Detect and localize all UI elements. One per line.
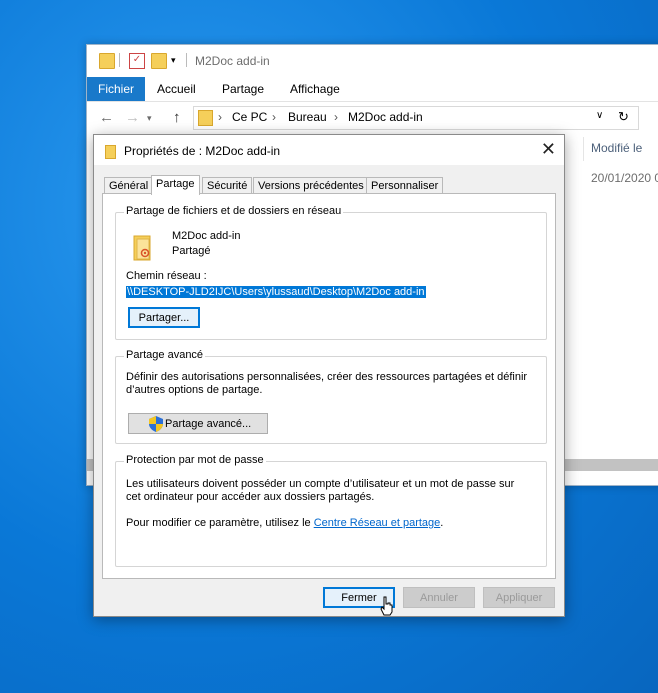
properties-dialog: Propriétés de : M2Doc add-in ✕ Général P… <box>93 134 565 617</box>
hand-cursor-icon <box>380 596 393 616</box>
address-bar[interactable]: › Ce PC › Bureau › M2Doc add-in ∨ ↻ <box>193 106 639 130</box>
tab-page-partage: Partage de fichiers et de dossiers en ré… <box>102 193 556 579</box>
back-arrow-icon[interactable]: ← <box>99 109 114 126</box>
breadcrumb-bureau[interactable]: Bureau <box>288 110 327 124</box>
hint-prefix: Pour modifier ce paramètre, utilisez le <box>126 517 314 529</box>
hint-suffix: . <box>440 517 444 529</box>
dialog-title: Propriétés de : M2Doc add-in <box>124 144 281 158</box>
close-icon[interactable]: ✕ <box>541 139 556 159</box>
chevron-right-icon: › <box>334 110 338 124</box>
folder-name: M2Doc add-in <box>172 230 241 242</box>
breadcrumb-ce-pc[interactable]: Ce PC <box>232 110 267 124</box>
properties-icon[interactable]: ✓ <box>129 53 145 69</box>
file-modified-date: 20/01/2020 0 <box>591 171 658 185</box>
network-path-label: Chemin réseau : <box>126 270 207 282</box>
advanced-sharing-group: Partage avancé Définir des autorisations… <box>115 349 547 444</box>
explorer-title: M2Doc add-in <box>195 54 270 68</box>
password-description-line2: cet ordinateur pour accéder aux dossiers… <box>126 491 375 503</box>
tab-general[interactable]: Général <box>104 177 154 194</box>
chevron-down-icon[interactable]: ∨ <box>596 110 603 121</box>
network-sharing-group: Partage de fichiers et de dossiers en ré… <box>115 205 547 340</box>
column-separator <box>583 137 584 161</box>
advanced-description-line2: d’autres options de partage. <box>126 384 263 396</box>
password-protection-group: Protection par mot de passe Les utilisat… <box>115 454 547 567</box>
folder-icon <box>105 145 116 159</box>
tab-fichier[interactable]: Fichier <box>87 77 146 101</box>
network-path-value[interactable]: \\DESKTOP-JLD2IJC\Users\ylussaud\Desktop… <box>126 286 426 298</box>
advanced-description-line1: Définir des autorisations personnalisées… <box>126 371 528 383</box>
recent-dropdown-icon[interactable]: ▾ <box>147 113 152 124</box>
separator <box>119 53 120 67</box>
dialog-titlebar: Propriétés de : M2Doc add-in ✕ <box>94 135 564 165</box>
tab-versions-precedentes[interactable]: Versions précédentes <box>253 177 369 194</box>
tab-affichage[interactable]: Affichage <box>279 77 351 101</box>
network-center-link[interactable]: Centre Réseau et partage <box>314 517 441 529</box>
tab-strip: Général Partage Sécurité Versions précéd… <box>102 175 556 195</box>
tab-securite[interactable]: Sécurité <box>202 177 253 194</box>
forward-arrow-icon[interactable]: → <box>125 109 140 126</box>
breadcrumb-m2doc[interactable]: M2Doc add-in <box>348 110 423 124</box>
refresh-icon[interactable]: ↻ <box>618 109 629 125</box>
chevron-right-icon: › <box>218 110 222 124</box>
folder-icon <box>198 110 213 126</box>
up-arrow-icon[interactable]: ↑ <box>173 109 181 126</box>
new-folder-icon[interactable] <box>151 53 167 69</box>
separator <box>186 53 187 67</box>
tab-partage[interactable]: Partage <box>211 77 275 101</box>
tab-accueil[interactable]: Accueil <box>146 77 207 101</box>
password-change-hint: Pour modifier ce paramètre, utilisez le … <box>126 517 443 529</box>
tab-partage[interactable]: Partage <box>151 175 200 195</box>
tab-personnaliser[interactable]: Personnaliser <box>366 177 444 194</box>
group-legend: Protection par mot de passe <box>124 454 266 466</box>
folder-icon <box>99 53 115 69</box>
advanced-sharing-button[interactable]: Partage avancé... <box>128 413 268 434</box>
uac-shield-icon <box>149 416 163 432</box>
folder-state: Partagé <box>172 245 211 257</box>
explorer-titlebar: ✓ ▾ M2Doc add-in <box>87 45 658 77</box>
group-legend: Partage avancé <box>124 349 206 361</box>
share-button[interactable]: Partager... <box>128 307 200 328</box>
address-row: ← → ▾ ↑ › Ce PC › Bureau › M2Doc add-in … <box>87 103 658 133</box>
password-description-line1: Les utilisateurs doivent posséder un com… <box>126 478 515 490</box>
group-legend: Partage de fichiers et de dossiers en ré… <box>124 205 344 217</box>
shared-folder-icon <box>133 235 151 261</box>
apply-button[interactable]: Appliquer <box>483 587 555 608</box>
ribbon: Fichier Accueil Partage Affichage <box>87 77 658 102</box>
advanced-sharing-label: Partage avancé... <box>165 418 252 430</box>
customize-dropdown-icon[interactable]: ▾ <box>171 53 185 67</box>
column-header-modified[interactable]: Modifié le <box>591 141 642 155</box>
chevron-right-icon: › <box>272 110 276 124</box>
cancel-button[interactable]: Annuler <box>403 587 475 608</box>
